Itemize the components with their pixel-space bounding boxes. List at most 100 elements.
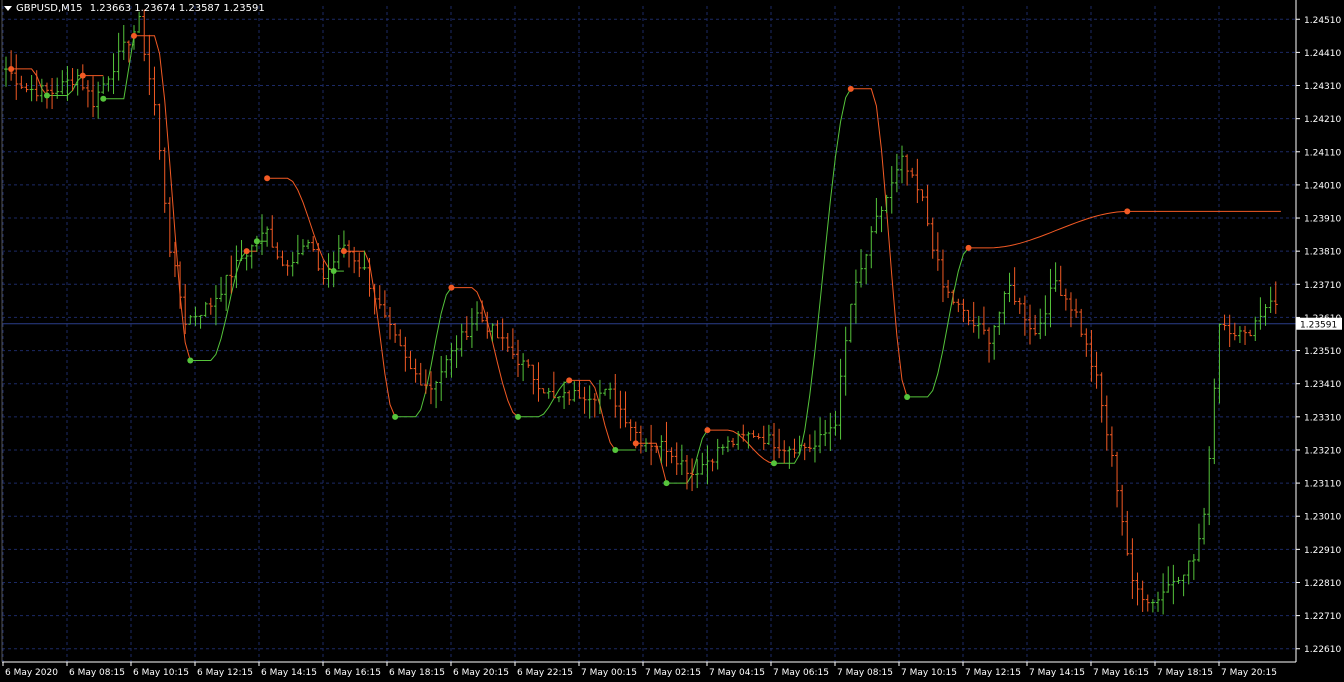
buy-signal-dot: [392, 413, 399, 420]
y-tick-label: 1.24410: [1304, 49, 1341, 59]
trailing-stop-up: [395, 287, 452, 418]
buy-signal-dot: [187, 357, 194, 364]
ohlc-bar: [541, 388, 546, 394]
ohlc-bar: [915, 158, 920, 204]
ohlc-bar: [812, 430, 817, 463]
x-tick-label: 7 May 18:15: [1157, 668, 1213, 678]
price-chart[interactable]: 1.24510 1.24410 1.24310 1.24210 1.24110 1.240…: [0, 0, 1344, 682]
ohlc-bar: [1166, 566, 1171, 593]
buy-signal-dot: [612, 446, 619, 453]
chart-window[interactable]: 1.24510 1.24410 1.24310 1.24210 1.24110 1.240…: [0, 0, 1344, 682]
ohlc-bar: [423, 369, 428, 394]
x-tick-label: 6 May 16:15: [325, 668, 381, 678]
x-tick-label: 6 May 2020: [5, 668, 58, 678]
ohlc-bar: [1079, 308, 1084, 338]
trailing-stop-down: [134, 35, 191, 361]
ohlc-bar: [1156, 591, 1160, 612]
ohlc-bar: [4, 56, 8, 87]
ohlc-bar: [1237, 326, 1242, 344]
ohlc-bar: [121, 25, 126, 60]
trailing-stop-up: [190, 250, 247, 361]
ohlc-bar: [505, 332, 510, 352]
ohlc-bar: [1068, 292, 1073, 328]
ohlc-bar: [828, 412, 833, 452]
ohlc-bar: [777, 428, 782, 459]
ohlc-bar: [981, 306, 986, 335]
symbol-label: GBPUSD,M15: [16, 3, 83, 14]
x-tick-label: 7 May 14:15: [1029, 668, 1085, 678]
ohlc-bar: [377, 285, 382, 309]
ohlc-bar: [9, 50, 14, 81]
ohlc-bar: [1094, 351, 1099, 389]
y-tick-label: 1.24210: [1304, 115, 1341, 125]
sell-signal-dot: [264, 175, 271, 182]
ohlc-bar: [1232, 322, 1237, 341]
ohlc-bar: [111, 53, 116, 95]
ohlc-bar: [1028, 304, 1032, 345]
x-tick-label: 6 May 08:15: [69, 668, 125, 678]
ohlc-bar: [1099, 372, 1104, 423]
buy-signal-dot: [330, 268, 337, 275]
ohlc-bar: [838, 358, 843, 440]
trailing-stop-up: [518, 379, 570, 418]
ohlc-bar: [905, 154, 910, 186]
y-tick-label: 1.23410: [1304, 380, 1341, 390]
ohlc-bar: [556, 396, 561, 403]
ohlc-bar: [664, 421, 669, 467]
ohlc-bar: [1140, 580, 1145, 612]
ohlc-bar: [1135, 572, 1140, 606]
ohlc-bar: [50, 77, 55, 110]
ohlc-bar: [249, 244, 254, 269]
y-tick-label: 1.23710: [1304, 281, 1341, 291]
ohlc-bar: [818, 417, 823, 454]
ohlc-bar: [531, 364, 536, 395]
ohlc-bar: [1263, 304, 1268, 326]
ohlc-bar: [705, 445, 710, 485]
ohlc-bar: [454, 335, 459, 368]
ohlc-bar: [859, 249, 864, 288]
ohlc-bar: [715, 438, 720, 470]
ohlc-bar: [1104, 395, 1109, 451]
y-tick-label: 1.23810: [1304, 248, 1341, 258]
ohlc-bar: [347, 240, 352, 268]
ohlc-bar: [336, 234, 341, 270]
ohlc-bar: [879, 206, 884, 233]
ohlc-bar: [833, 410, 838, 436]
sell-signal-dot: [965, 244, 972, 251]
ohlc-bar: [572, 381, 577, 402]
sell-signal-dot: [1124, 208, 1131, 215]
ohlc-bar: [946, 279, 951, 299]
x-tick-label: 7 May 16:15: [1093, 668, 1149, 678]
sell-signal-dot: [566, 377, 573, 384]
y-tick-label: 1.23110: [1304, 480, 1341, 490]
ohlc-bar: [475, 301, 480, 331]
ohlc-bar: [853, 269, 858, 324]
x-tick-label: 6 May 20:15: [453, 668, 509, 678]
ohlc-bar: [613, 374, 618, 418]
ohlc-bar: [316, 243, 321, 271]
sell-signal-dot: [131, 32, 137, 39]
trailing-stop-up: [774, 88, 852, 464]
ohlc-bar: [300, 239, 305, 256]
ohlc-bar: [1053, 262, 1058, 292]
ohlc-bar: [766, 424, 771, 445]
sell-signal-dot: [8, 65, 15, 72]
ohlc-bar: [321, 260, 326, 285]
ohlc-bar: [203, 301, 208, 318]
ohlc-bar: [843, 326, 848, 396]
ohlc-bar: [679, 444, 684, 476]
ohlc-bar: [1273, 281, 1278, 314]
ohlc-bar: [280, 250, 285, 267]
ohlc-bar: [1048, 268, 1053, 328]
ohlc-bar: [393, 323, 398, 343]
ohlc-bar: [961, 298, 966, 323]
ohlc-bar: [367, 257, 372, 297]
ohlc-bar: [900, 145, 904, 184]
buy-signal-dot: [43, 92, 50, 99]
dropdown-arrow-icon[interactable]: [4, 5, 12, 11]
ohlc-bar: [1120, 484, 1125, 536]
ohlc-bar: [188, 314, 193, 325]
ohlc-bar: [1022, 295, 1027, 336]
ohlc-bar: [1089, 329, 1094, 382]
ohlc-bar: [956, 298, 961, 313]
